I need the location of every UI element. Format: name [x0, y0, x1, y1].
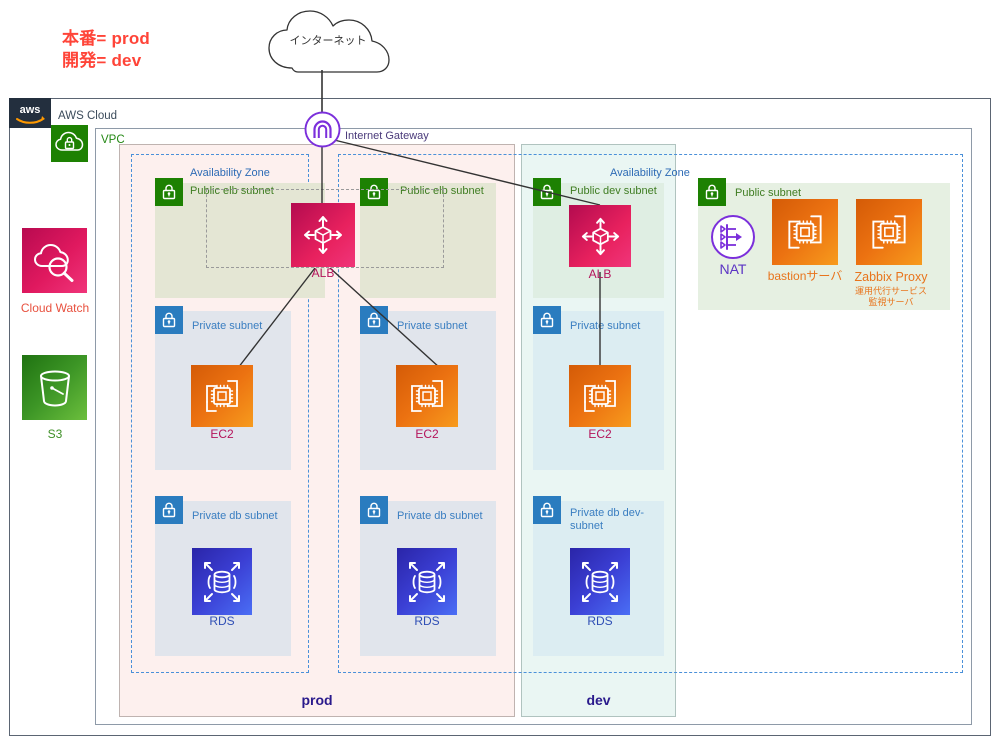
cloudwatch-label: Cloud Watch	[20, 301, 90, 315]
lock-icon	[360, 306, 388, 334]
subnet-private-2-label: Private subnet	[397, 320, 468, 332]
zabbix-proxy-sub-line-1: 運用代行サービス	[854, 286, 927, 296]
subnet-private-db-1-label: Private db subnet	[192, 510, 278, 522]
rds-dev-label: RDS	[587, 614, 613, 628]
rds-icon	[397, 548, 457, 615]
lock-icon	[155, 496, 183, 524]
availability-zone-prod-1-label: Availability Zone	[190, 167, 270, 179]
subnet-public-shared-label: Public subnet	[735, 187, 802, 199]
lock-icon	[533, 178, 561, 206]
svg-text:aws: aws	[20, 104, 41, 116]
ec2-icon	[191, 365, 253, 427]
internet-cloud-group: インターネット	[258, 6, 398, 86]
lock-icon	[533, 496, 561, 524]
subnet-public-dev-label: Public dev subnet	[570, 185, 657, 197]
prod-label: prod	[301, 692, 333, 708]
lock-icon	[360, 496, 388, 524]
ec2-prod-1-label: EC2	[210, 427, 234, 441]
rds-icon	[192, 548, 252, 615]
nat-gateway-icon	[710, 214, 756, 260]
rds-prod-2-label: RDS	[414, 614, 440, 628]
aws-cloud-icon	[51, 125, 88, 162]
internet-gateway-label: Internet Gateway	[345, 130, 429, 142]
nat-label: NAT	[719, 261, 747, 277]
aws-cloud-label: AWS Cloud	[58, 110, 118, 122]
subnet-private-db-2-label: Private db subnet	[397, 510, 483, 522]
ec2-prod-2-label: EC2	[415, 427, 439, 441]
subnet-private-dev-label: Private subnet	[570, 320, 641, 332]
lock-icon	[698, 178, 726, 206]
ec2-icon	[856, 199, 922, 265]
legend-line-prod: 本番= prod	[62, 29, 151, 48]
zabbix-proxy-sub-line-2: 監視サーバ	[868, 297, 914, 307]
ec2-icon	[772, 199, 838, 265]
aws-architecture-diagram: 本番= prod 開発= dev インターネット aws AWS Cloud C…	[0, 0, 1000, 744]
zabbix-proxy-label: Zabbix Proxy	[854, 270, 928, 284]
internet-label: インターネット	[289, 35, 367, 47]
bastion-label: bastionサーバ	[767, 269, 843, 283]
rds-icon	[570, 548, 630, 615]
lock-icon	[155, 178, 183, 206]
dev-label: dev	[586, 692, 611, 708]
legend-line-dev: 開発= dev	[62, 51, 142, 71]
availability-zone-right-label: Availability Zone	[610, 167, 690, 179]
subnet-private-db-dev-label: Private db dev-subnet	[570, 507, 644, 533]
alb-prod-label: ALB	[311, 266, 335, 280]
alb-dev-label: ALB	[588, 267, 612, 281]
ec2-icon	[569, 365, 631, 427]
alb-icon	[569, 205, 631, 267]
ec2-dev-label: EC2	[588, 427, 612, 441]
legend-annotation: 本番= prod 開発= dev	[62, 28, 150, 72]
aws-logo: aws	[9, 98, 51, 128]
ec2-icon	[396, 365, 458, 427]
lock-icon	[533, 306, 561, 334]
lock-icon	[155, 306, 183, 334]
rds-prod-1-label: RDS	[209, 614, 235, 628]
s3-bucket-icon	[22, 355, 87, 420]
internet-gateway-icon	[304, 111, 341, 148]
cloudwatch-icon	[22, 228, 87, 293]
alb-icon	[291, 203, 355, 267]
subnet-private-1-label: Private subnet	[192, 320, 263, 332]
s3-label: S3	[47, 427, 63, 441]
